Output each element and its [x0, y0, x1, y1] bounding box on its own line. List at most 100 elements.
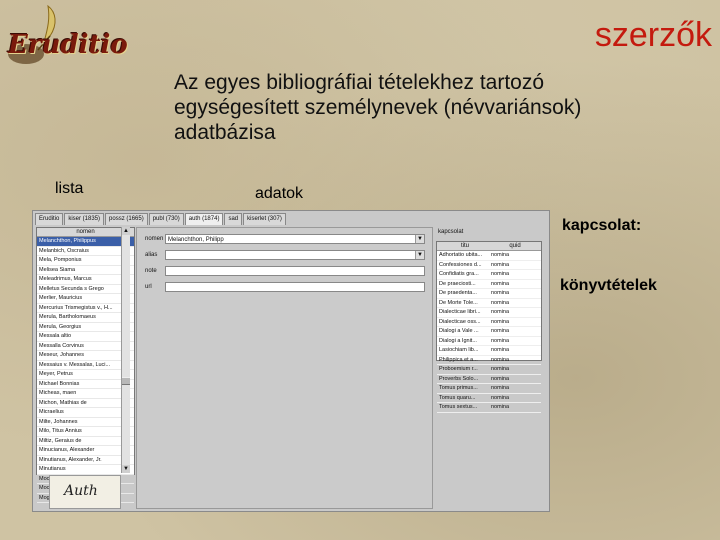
label-kapcsolat: kapcsolat:	[562, 217, 642, 234]
form-row-nomen: nomen Melanchthon, Philipp ▼	[137, 234, 432, 246]
chevron-down-icon[interactable]: ▼	[415, 235, 424, 243]
relation-row[interactable]: Tomus primus... nomina	[437, 384, 541, 394]
list-item[interactable]: Michael Bonnias	[37, 380, 134, 389]
relation-type-cell: nomina	[491, 280, 510, 287]
relation-title-cell: Confessiones d...	[439, 261, 482, 268]
list-item[interactable]: Minutianus	[37, 465, 134, 475]
relation-type-cell: nomina	[491, 347, 510, 353]
relation-row[interactable]: Adhortatio ubita... nomina	[437, 251, 541, 261]
tab-sad[interactable]: sad	[224, 213, 243, 225]
relation-type-cell: nomina	[491, 271, 510, 277]
list-item[interactable]: Mercurius Trismegistus v., H...	[37, 304, 134, 313]
form-row-url: url	[137, 282, 432, 294]
relation-title-cell: Adhortatio ubita...	[439, 252, 483, 258]
alias-label: alias	[145, 252, 158, 258]
relation-type-cell: nomina	[491, 366, 510, 372]
scroll-up-icon[interactable]: ▲	[122, 227, 130, 235]
list-item[interactable]: Minucianus, Alexander	[37, 446, 134, 456]
list-item[interactable]: Meseur, Johannes	[37, 351, 134, 361]
relation-row[interactable]: Confessiones d... nomina	[437, 261, 541, 270]
tab-possz[interactable]: possz (1665)	[105, 213, 148, 225]
list-item[interactable]: Meyer, Petrus	[37, 370, 134, 380]
list-header[interactable]: nomen	[37, 228, 134, 237]
relation-title-cell: De praeciosti...	[439, 280, 476, 287]
relation-title-cell: Tomus sextus...	[439, 404, 478, 410]
relation-label: kapcsolat	[438, 229, 464, 235]
list-item[interactable]: Meleadrimus, Marcus	[37, 275, 134, 285]
list-item[interactable]: Melisea Siama	[37, 266, 134, 275]
form-area: nomen Melanchthon, Philipp ▼ alias ▼ not…	[136, 227, 433, 509]
list-item[interactable]: Mela, Pomponius	[37, 256, 134, 266]
slide-title: szerzők	[594, 16, 712, 54]
relation-row[interactable]: De praeciosti... nomina	[437, 280, 541, 289]
relation-row[interactable]: Tomus quaru... nomina	[437, 394, 541, 403]
relation-row[interactable]: Lasiochiam lib... nomina	[437, 346, 541, 356]
relation-type-cell: nomina	[491, 375, 510, 382]
relation-row[interactable]: Proboemium r... nomina	[437, 365, 541, 375]
relation-header: titu quid	[437, 242, 541, 251]
relation-row[interactable]: Tomus sextus... nomina	[437, 403, 541, 413]
label-adatok: adatok	[255, 185, 304, 202]
tab-kiser[interactable]: kiser (1835)	[64, 213, 105, 225]
relation-type-cell: nomina	[491, 318, 510, 325]
relation-panel: kapcsolat titu quid Adhortatio ubita... n…	[436, 227, 544, 507]
list-item[interactable]: Merula, Bartholomaeus	[37, 313, 134, 323]
list-item[interactable]: Messaius v. Messalas, Luci...	[37, 361, 134, 370]
tab-kiserlet[interactable]: kiserlet (307)	[243, 213, 286, 225]
list-item[interactable]: Melletus Secunda s Grego	[37, 285, 134, 294]
tab-publ[interactable]: publ (730)	[148, 213, 184, 225]
col-quid[interactable]: quid	[491, 242, 539, 250]
url-label: url	[145, 284, 152, 290]
relation-title-cell: Dialecticae oss...	[439, 318, 481, 325]
tab-auth[interactable]: auth (1874)	[184, 213, 224, 225]
relation-title-cell: Tomus primus...	[439, 385, 478, 391]
relation-row[interactable]: Dialecticae libri... nomina	[437, 308, 541, 318]
list-item[interactable]: Messala altio	[37, 332, 134, 342]
chevron-down-icon[interactable]: ▼	[415, 251, 424, 259]
col-titulus[interactable]: titu	[437, 242, 491, 250]
slide-subtitle: Az egyes bibliográfiai tételekhez tartoz…	[174, 71, 582, 144]
list-item[interactable]: Merula, Georgius	[37, 323, 134, 332]
list-item[interactable]: Micraelius	[37, 408, 134, 418]
list-item[interactable]: Michon, Mathias de	[37, 399, 134, 408]
relation-title-cell: Proboemium r...	[439, 366, 478, 372]
nomen-field[interactable]: Melanchthon, Philipp ▼	[165, 234, 425, 244]
relation-title-cell: Dialogi a Ignit...	[439, 337, 477, 344]
auth-logo-box: Auth	[49, 475, 121, 509]
list-item[interactable]: Merlier, Mauricius	[37, 294, 134, 304]
label-konyvtetelek: könyvtételek	[560, 277, 657, 294]
relation-row[interactable]: Philippica et a... nomina	[437, 356, 541, 365]
list-scrollbar[interactable]: ▲ ▼	[121, 227, 130, 473]
relation-rows: Adhortatio ubita... nomina Confessiones d.…	[437, 251, 541, 413]
relation-title-cell: Lasiochiam lib...	[439, 347, 479, 353]
relation-title-cell: Dialecticae libri...	[439, 309, 481, 315]
relation-row[interactable]: Dialecticae oss... nomina	[437, 318, 541, 327]
scroll-down-icon[interactable]: ▼	[122, 465, 130, 473]
alias-field[interactable]: ▼	[165, 250, 425, 260]
url-field[interactable]	[165, 282, 425, 292]
relation-row[interactable]: Dialogi a Ignit... nomina	[437, 337, 541, 346]
relation-type-cell: nomina	[491, 309, 510, 315]
relation-type-cell: nomina	[491, 261, 510, 268]
relation-type-cell: nomina	[491, 404, 510, 410]
relation-row[interactable]: Confidiatis gra... nomina	[437, 270, 541, 280]
list-item[interactable]: Messalla Corvinus	[37, 342, 134, 351]
list-item[interactable]: Melanchthon, Philippus	[37, 237, 134, 247]
tab-eruditio[interactable]: Eruditio	[35, 213, 64, 225]
relation-row[interactable]: Proverbs Solo... nomina	[437, 375, 541, 384]
list-item[interactable]: Minutianus, Alexander, Jr.	[37, 456, 134, 465]
list-item[interactable]: Micheas, maen	[37, 389, 134, 399]
list-item[interactable]: Milo, Titus Annius	[37, 427, 134, 437]
list-item[interactable]: Melanbich, Oscraius	[37, 247, 134, 256]
relation-row[interactable]: De praedenta... nomina	[437, 289, 541, 299]
note-field[interactable]	[165, 266, 425, 276]
list-item[interactable]: Miltiz, Geraius de	[37, 437, 134, 446]
app-window: Eruditio kiser (1835) possz (1665) publ …	[32, 210, 550, 512]
relation-table[interactable]: titu quid Adhortatio ubita... nomina Confe…	[436, 241, 542, 413]
list-item[interactable]: Milte, Johannes	[37, 418, 134, 427]
relation-title-cell: Tomus quaru...	[439, 394, 476, 401]
relation-row[interactable]: Dialogi a Vale ... nomina	[437, 327, 541, 337]
auth-logo-text: Auth	[64, 483, 98, 499]
scroll-thumb[interactable]	[122, 377, 130, 385]
relation-row[interactable]: De Morte Tole... nomina	[437, 299, 541, 308]
